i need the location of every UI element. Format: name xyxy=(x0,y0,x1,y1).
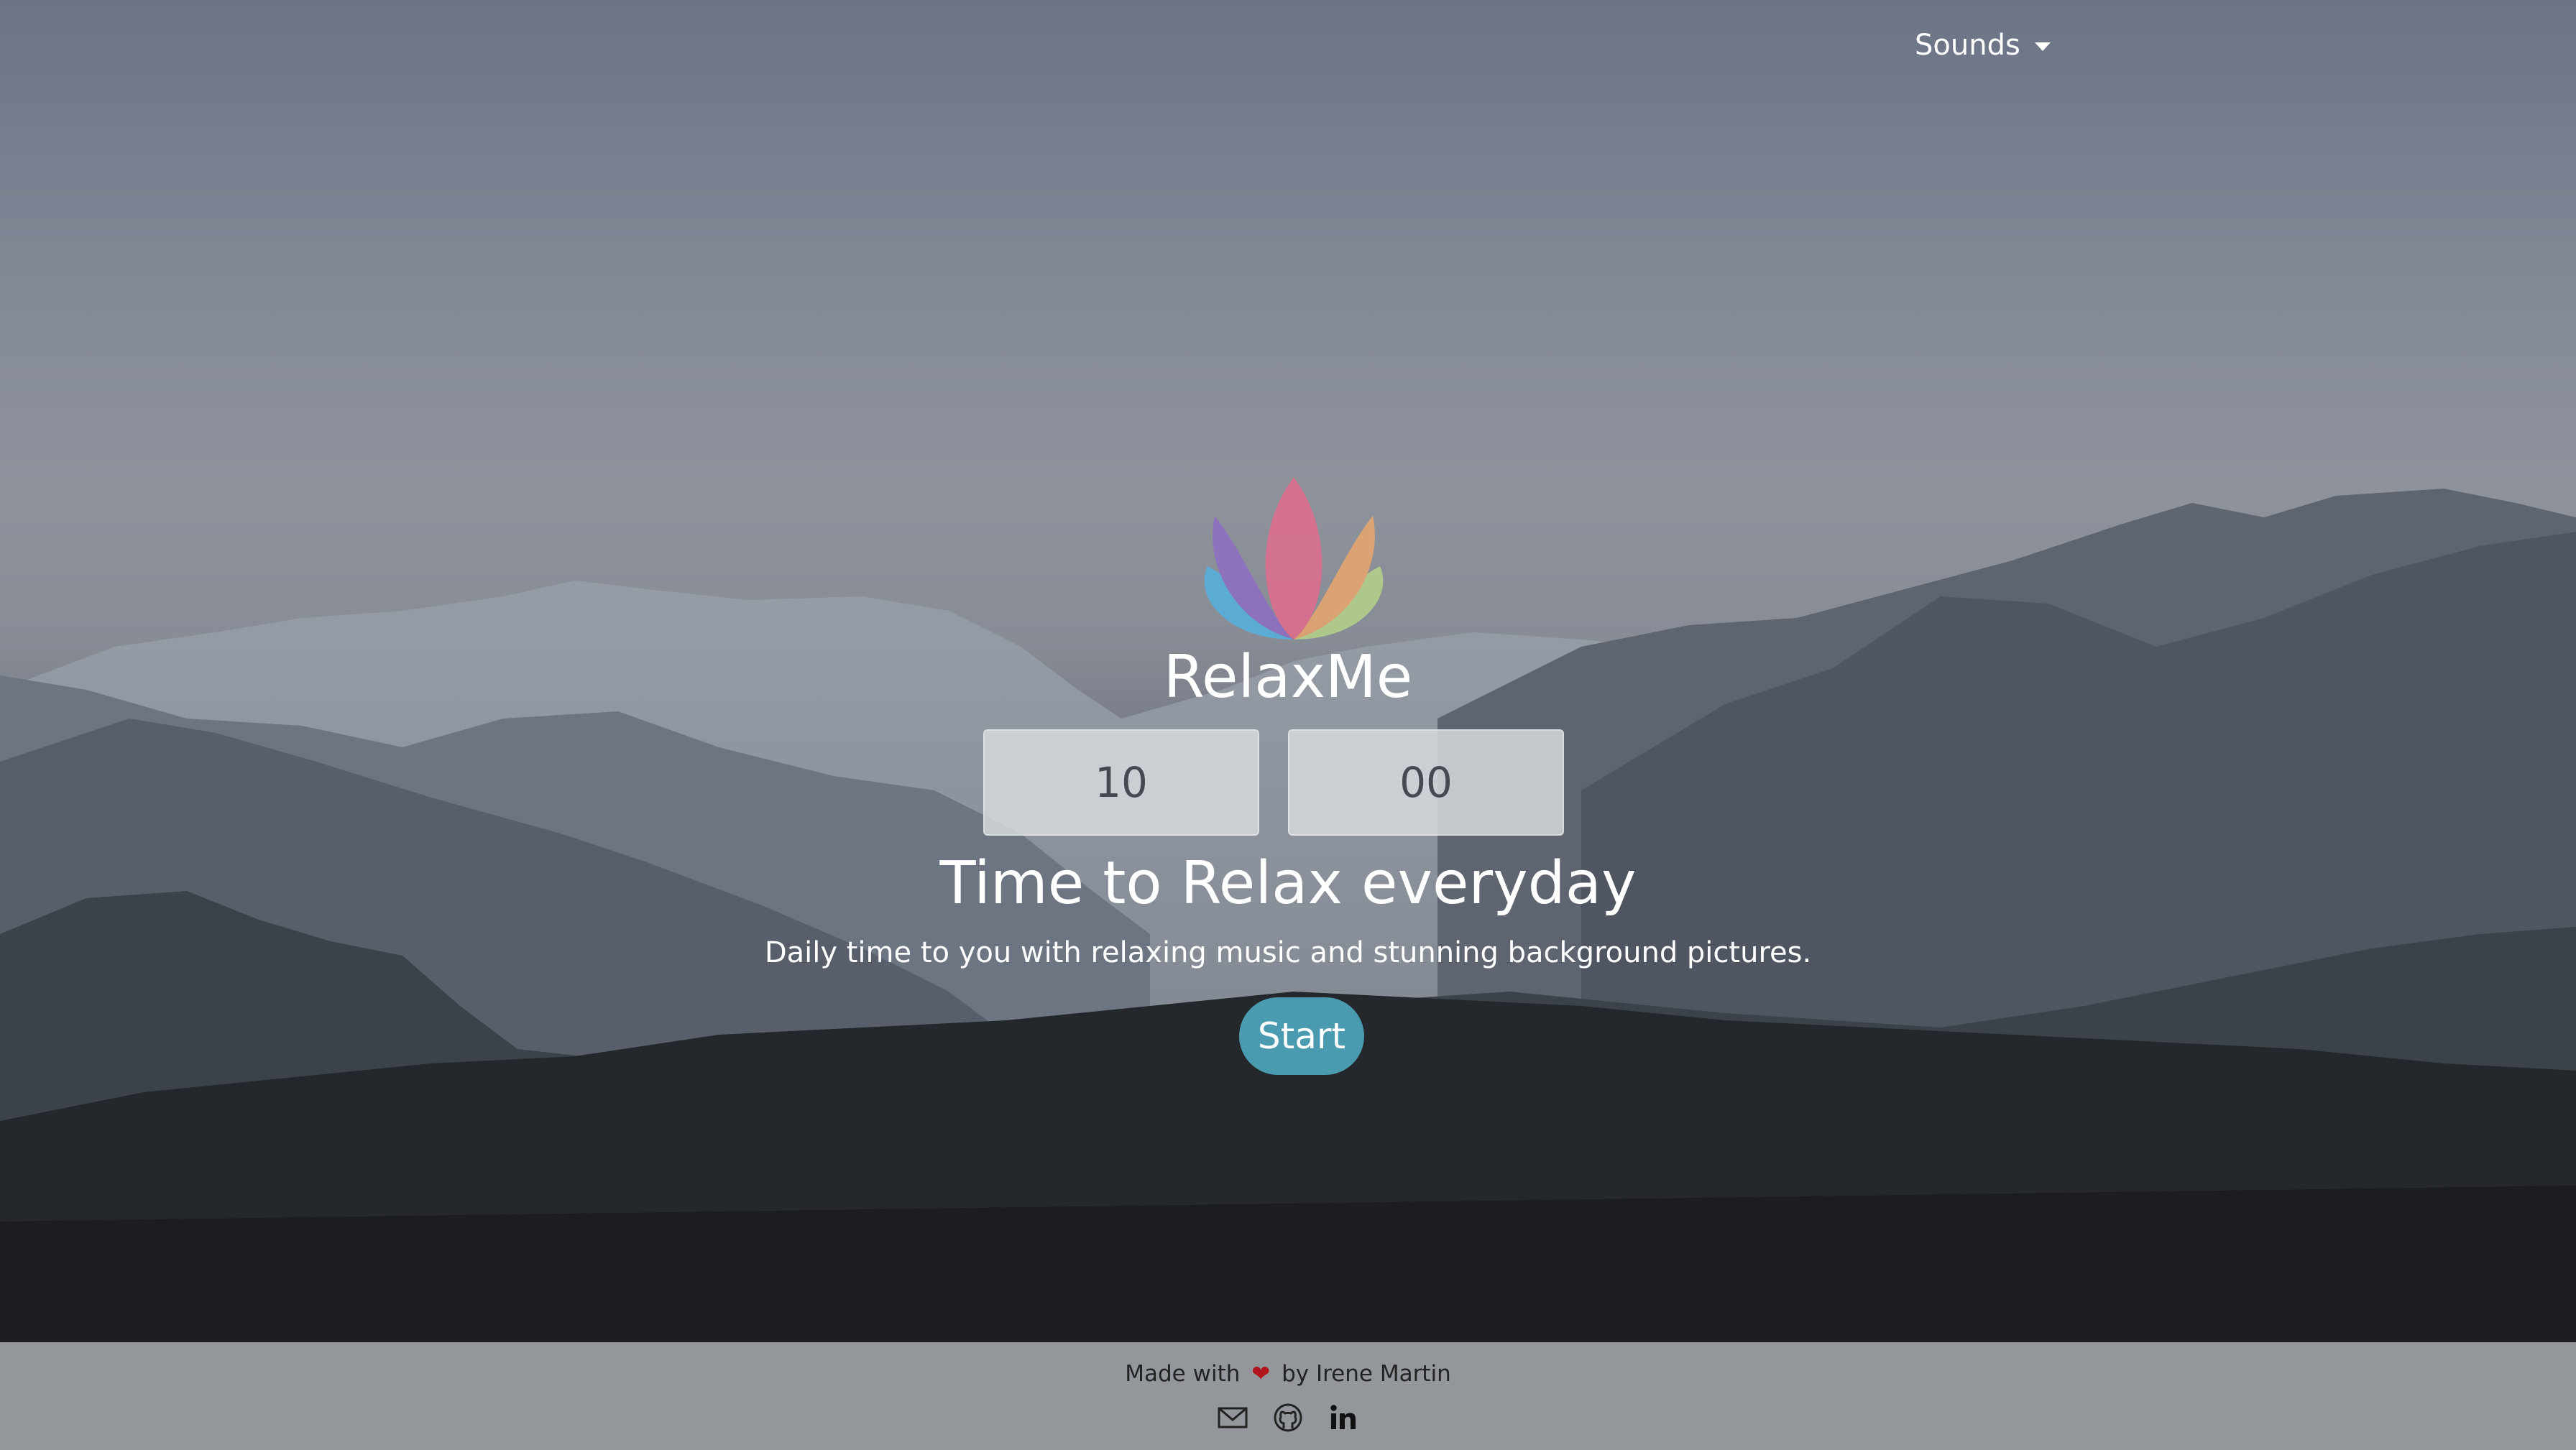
author-text: by Irene Martin xyxy=(1282,1361,1451,1387)
hero-subline: Daily time to you with relaxing music an… xyxy=(764,936,1812,969)
start-button[interactable]: Start xyxy=(1239,997,1364,1075)
sounds-dropdown-label: Sounds xyxy=(1915,29,2020,62)
seconds-input[interactable] xyxy=(1288,729,1564,836)
lotus-logo xyxy=(1204,477,1384,639)
brand-name: RelaxMe xyxy=(1163,643,1413,711)
hero-headline: Time to Relax everyday xyxy=(939,849,1637,918)
social-links xyxy=(1216,1398,1360,1437)
linkedin-icon[interactable] xyxy=(1327,1401,1360,1434)
mountain-background-photo xyxy=(0,489,2576,1450)
made-with-text: Made with xyxy=(1125,1361,1241,1387)
sounds-dropdown[interactable]: Sounds xyxy=(1915,20,2051,70)
envelope-icon[interactable] xyxy=(1216,1401,1249,1434)
minutes-input[interactable] xyxy=(983,729,1259,836)
chevron-down-icon xyxy=(2034,42,2051,51)
github-icon[interactable] xyxy=(1271,1401,1305,1434)
app-screen: Sounds RelaxMe Time to Relax everyday Da… xyxy=(0,0,2576,1450)
heart-icon: ❤ xyxy=(1251,1361,1271,1387)
footer-credit: Made with ❤ by Irene Martin xyxy=(0,1358,2576,1390)
footer: Made with ❤ by Irene Martin xyxy=(0,1342,2576,1450)
